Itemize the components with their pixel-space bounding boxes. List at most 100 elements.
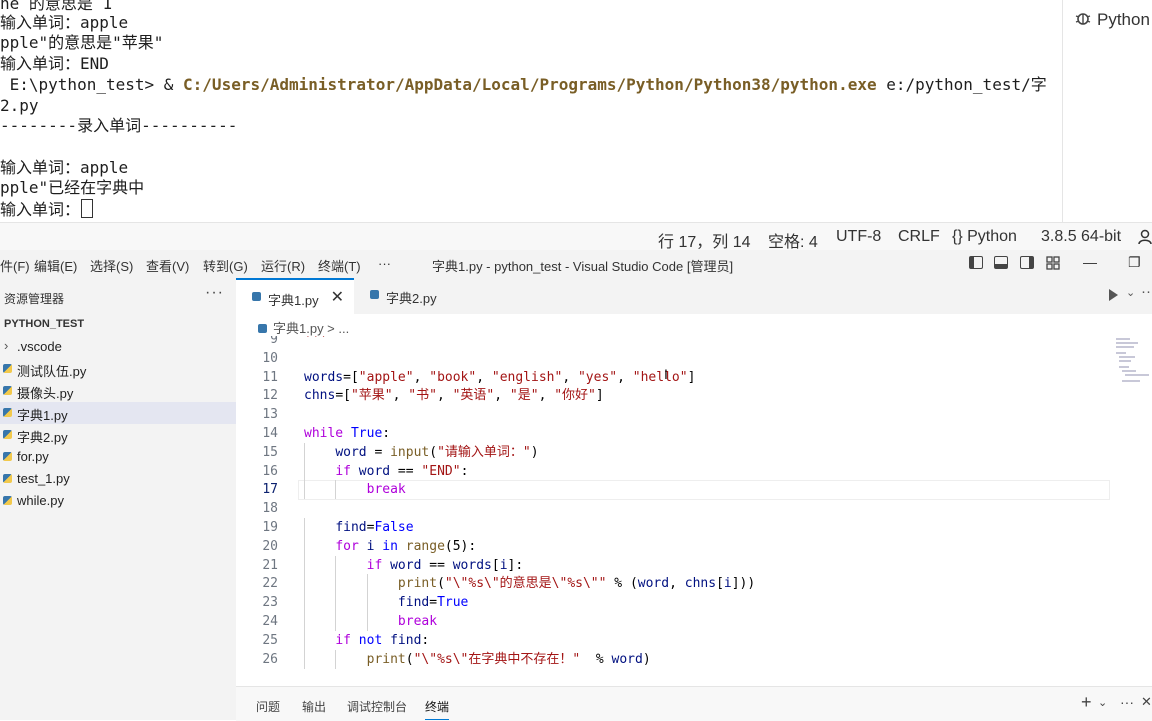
code-line[interactable]: 22 print("\"%s\"的意思是\"%s\"" % (word, chn… bbox=[236, 574, 1116, 594]
menu-go[interactable]: 转到(G) bbox=[203, 256, 248, 275]
indentation-status[interactable]: 空格: 4 bbox=[768, 228, 818, 252]
python-file-icon bbox=[3, 452, 12, 461]
breadcrumb[interactable]: 字典1.py > ... bbox=[258, 318, 349, 337]
cursor-position[interactable]: 行 17，列 14 bbox=[658, 228, 751, 252]
maximize-icon[interactable]: ❐ bbox=[1128, 254, 1141, 271]
editor-area: 字典1.py ✕ 字典2.py ⌄ ··· 字典1.py > ... 9 ''' 1… bbox=[236, 278, 1152, 686]
terminal-line: 2.py bbox=[0, 96, 39, 115]
menu-terminal[interactable]: 终端(T) bbox=[318, 256, 361, 275]
file-item[interactable]: 摄像头.py bbox=[0, 380, 236, 402]
file-item[interactable]: 测试队伍.py bbox=[0, 358, 236, 380]
new-terminal-button[interactable]: + bbox=[1081, 692, 1092, 713]
file-item-selected[interactable]: 字典1.py bbox=[0, 402, 236, 424]
account-icon[interactable] bbox=[1138, 229, 1152, 245]
menu-edit[interactable]: 编辑(E) bbox=[34, 256, 77, 275]
file-item[interactable]: test_1.py bbox=[0, 468, 236, 490]
terminal-instance-tab[interactable]: Python bbox=[1073, 8, 1150, 30]
eol-status[interactable]: CRLF bbox=[898, 228, 940, 246]
code-line[interactable]: 11 words=["apple", "book", "english", "ye… bbox=[236, 368, 1116, 387]
tab-debug-console[interactable]: 调试控制台 bbox=[347, 698, 407, 715]
code-line[interactable]: 19 find=False bbox=[236, 518, 1116, 537]
code-text: break bbox=[397, 614, 438, 629]
terminal-line: 输入单词：apple bbox=[0, 13, 129, 32]
toggle-secondary-sidebar-icon[interactable] bbox=[1020, 256, 1034, 269]
project-folder-title[interactable]: PYTHON_TEST bbox=[4, 318, 84, 330]
code-editor[interactable]: 9 ''' 10 11 words=["apple", "book", "english… bbox=[236, 336, 1152, 686]
folder-item[interactable]: › .vscode bbox=[0, 336, 236, 358]
tab-dict1[interactable]: 字典1.py ✕ bbox=[236, 278, 354, 314]
current-line-highlight bbox=[298, 480, 1110, 501]
terminal-instance-label: Python bbox=[1097, 10, 1150, 29]
line-number: 9 bbox=[270, 336, 278, 347]
line-number: 26 bbox=[262, 651, 278, 667]
code-line[interactable]: 17 break bbox=[236, 480, 1116, 501]
line-number: 13 bbox=[262, 407, 278, 423]
code-line[interactable]: 26 print("\"%s\"在字典中不存在！" % word) bbox=[236, 649, 1116, 669]
python-file-icon bbox=[258, 324, 267, 333]
chevron-down-icon[interactable]: ⌄ bbox=[1126, 286, 1135, 299]
line-number: 23 bbox=[262, 595, 278, 611]
file-item[interactable]: while.py bbox=[0, 490, 236, 512]
toggle-sidebar-icon[interactable] bbox=[969, 256, 983, 269]
tab-terminal[interactable]: 终端 bbox=[425, 698, 450, 720]
code-text: break bbox=[366, 482, 406, 498]
code-text: if not find: bbox=[335, 632, 430, 648]
code-line[interactable]: 23 find=True bbox=[236, 593, 1116, 613]
code-line[interactable]: 20 for i in range(5): bbox=[236, 536, 1116, 556]
close-icon[interactable]: ✕ bbox=[331, 287, 344, 307]
panel-more-button[interactable]: ··· bbox=[1120, 694, 1134, 710]
code-line[interactable]: 16 if word == "END": bbox=[236, 461, 1116, 481]
run-icon[interactable] bbox=[1109, 289, 1118, 301]
code-line[interactable]: 12 chns=["苹果", "书", "英语", "是", "你好"] bbox=[236, 386, 1116, 405]
menu-selection[interactable]: 选择(S) bbox=[90, 256, 133, 275]
code-line[interactable]: 21 if word == words[i]: bbox=[236, 555, 1116, 575]
code-text: for i in range(5): bbox=[335, 538, 477, 554]
terminal-output[interactable]: he 的意思是 1 输入单词：apple pple"的意思是"苹果" 输入单词：… bbox=[0, 0, 1062, 222]
chevron-down-icon[interactable]: ⌄ bbox=[1098, 696, 1107, 709]
menu-view[interactable]: 查看(V) bbox=[146, 256, 189, 275]
toggle-panel-icon[interactable] bbox=[994, 256, 1008, 269]
chevron-right-icon: › bbox=[4, 338, 9, 353]
code-line[interactable]: 9 ''' bbox=[236, 336, 1116, 349]
terminal-command-line: E:\python_test> & C:/Users/Administrator… bbox=[0, 75, 1047, 95]
code-line[interactable]: 10 bbox=[236, 349, 1116, 368]
code-line[interactable]: 13 bbox=[236, 405, 1116, 424]
tab-label: 字典1.py bbox=[268, 293, 319, 308]
close-panel-icon[interactable]: ✕ bbox=[1141, 694, 1152, 710]
file-name: for.py bbox=[17, 449, 49, 464]
menu-run[interactable]: 运行(R) bbox=[261, 256, 305, 275]
explorer-header: 资源管理器 bbox=[4, 292, 65, 306]
code-text: word = input("请输入单词：") bbox=[335, 444, 539, 460]
code-line[interactable]: 18 bbox=[236, 499, 1116, 518]
code-line[interactable]: 24 break bbox=[236, 612, 1116, 631]
encoding-status[interactable]: UTF-8 bbox=[836, 228, 881, 246]
tab-output[interactable]: 输出 bbox=[302, 698, 326, 715]
menu-more[interactable]: ··· bbox=[378, 256, 391, 271]
terminal-line: pple"的意思是"苹果" bbox=[0, 33, 164, 52]
code-line[interactable]: 14 while True: bbox=[236, 424, 1116, 443]
file-item[interactable]: 字典2.py bbox=[0, 424, 236, 446]
line-number: 18 bbox=[262, 501, 278, 517]
file-name: while.py bbox=[17, 493, 64, 508]
minimap[interactable] bbox=[1116, 336, 1150, 396]
bottom-panel: 问题 输出 调试控制台 终端 + ⌄ ··· ✕ bbox=[236, 686, 1152, 721]
tab-dict2[interactable]: 字典2.py bbox=[354, 278, 472, 314]
line-number: 17 bbox=[262, 482, 278, 498]
interpreter-status[interactable]: 3.8.5 64-bit bbox=[1041, 228, 1121, 246]
code-line[interactable]: 15 word = input("请输入单词：") bbox=[236, 442, 1116, 462]
title-bar: 件(F) 编辑(E) 选择(S) 查看(V) 转到(G) 运行(R) 终端(T)… bbox=[0, 250, 1152, 278]
customize-layout-icon[interactable] bbox=[1046, 256, 1060, 270]
file-item[interactable]: for.py bbox=[0, 446, 236, 468]
minimize-icon[interactable]: — bbox=[1083, 254, 1097, 270]
menu-file[interactable]: 件(F) bbox=[0, 256, 30, 275]
language-mode[interactable]: {} Python bbox=[952, 228, 1017, 246]
code-line[interactable]: 25 if not find: bbox=[236, 630, 1116, 650]
line-number: 21 bbox=[262, 557, 278, 573]
file-name: 测试队伍.py bbox=[17, 364, 87, 379]
explorer-more-button[interactable]: ··· bbox=[205, 284, 224, 302]
tab-problems[interactable]: 问题 bbox=[256, 698, 280, 715]
more-actions-button[interactable]: ··· bbox=[1141, 283, 1152, 300]
terminal-list-panel: Python bbox=[1062, 0, 1152, 222]
terminal-input-line[interactable]: 输入单词： bbox=[0, 199, 94, 220]
file-name: test_1.py bbox=[17, 471, 70, 486]
